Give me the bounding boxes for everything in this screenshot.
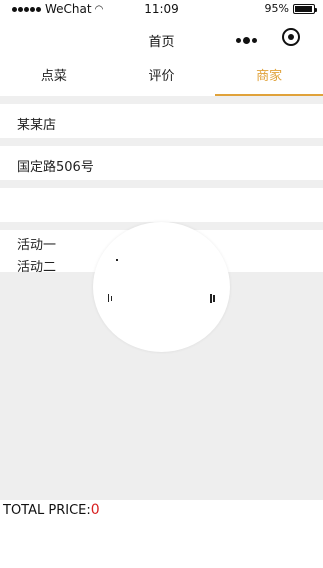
section-divider — [0, 180, 323, 188]
battery-icon — [293, 3, 317, 14]
more-icon[interactable] — [236, 37, 257, 44]
loading-spinner — [93, 222, 230, 352]
battery-percent: 95% — [264, 2, 289, 15]
tab-bar: 点菜 评价 商家 — [0, 60, 323, 96]
section-divider — [0, 96, 323, 104]
shop-name-row: 某某店 — [0, 104, 323, 138]
page-title: 首页 — [148, 35, 175, 50]
cart-footer: TOTAL PRICE:0 — [0, 500, 323, 568]
close-miniprogram-icon[interactable] — [282, 28, 300, 46]
total-price-value: 0 — [90, 502, 100, 518]
battery-indicator: 95% — [264, 2, 317, 15]
total-price-label: TOTAL PRICE: — [3, 503, 91, 518]
nav-bar: 首页 — [0, 20, 323, 60]
shop-address: 国定路506号 — [17, 160, 94, 175]
promotion-item: 活动一 — [17, 238, 57, 253]
tab-merchant[interactable]: 商家 — [215, 60, 323, 96]
total-price: TOTAL PRICE:0 — [3, 500, 100, 521]
shop-name: 某某店 — [17, 118, 57, 133]
tab-order[interactable]: 点菜 — [0, 60, 108, 96]
tab-reviews[interactable]: 评价 — [108, 60, 216, 96]
status-bar: WeChat ◠ 11:09 95% — [0, 0, 323, 20]
section-divider — [0, 138, 323, 146]
shop-address-row: 国定路506号 — [0, 146, 323, 180]
empty-info-row — [0, 188, 323, 222]
